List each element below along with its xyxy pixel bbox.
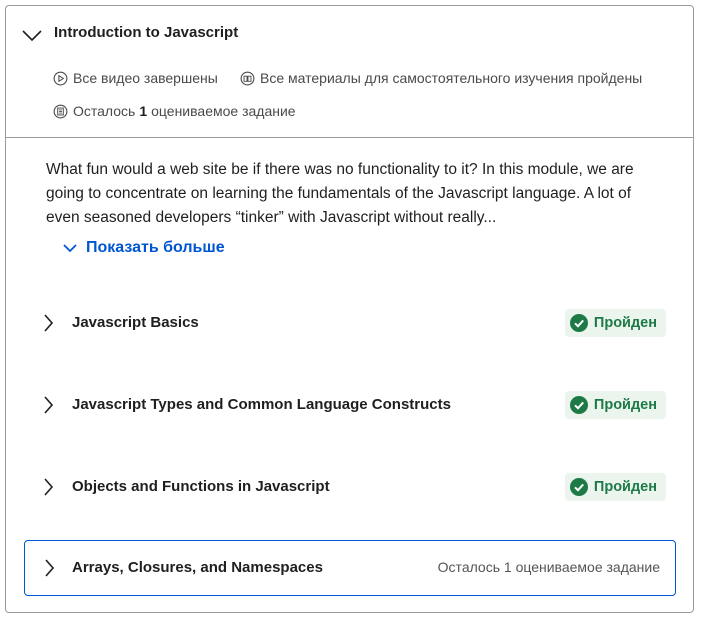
- chevron-down-icon: [63, 244, 77, 253]
- chevron-right-icon: [44, 478, 54, 496]
- lesson-title: Objects and Functions in Javascript: [72, 478, 330, 495]
- status-badge-label: Пройден: [593, 315, 657, 331]
- book-icon: [240, 71, 255, 85]
- status-badge: Пройден: [564, 473, 666, 501]
- show-more-label: Показать больше: [86, 239, 225, 256]
- status-badge-label: Пройден: [593, 397, 657, 413]
- remaining-prefix: Осталось: [73, 103, 136, 119]
- lesson-remaining-text: Осталось 1 оцениваемое задание: [437, 559, 660, 575]
- collapse-toggle[interactable]: [20, 24, 44, 46]
- module-title: Introduction to Javascript: [54, 24, 239, 41]
- module-card: Introduction to Javascript Все видео зав…: [5, 5, 694, 613]
- remaining-suffix: оцениваемое задание: [151, 103, 296, 119]
- lesson-title: Javascript Basics: [72, 314, 199, 331]
- videos-status: Все видео завершены: [53, 70, 218, 86]
- lesson-title: Javascript Types and Common Language Con…: [72, 396, 451, 413]
- check-circle-icon: [569, 396, 588, 414]
- status-badge: Пройден: [564, 309, 666, 337]
- module-description: What fun would a web site be if there wa…: [46, 161, 634, 226]
- status-badge: Пройден: [564, 391, 666, 419]
- status-badge-label: Пройден: [593, 479, 657, 495]
- chevron-right-icon: [44, 314, 54, 332]
- chevron-down-icon: [22, 30, 42, 42]
- remaining-count: 1: [139, 103, 148, 119]
- readings-status-text: Все материалы для самостоятельного изуче…: [260, 70, 643, 86]
- chevron-right-icon: [45, 559, 55, 577]
- lesson-item[interactable]: Objects and Functions in Javascript Прой…: [24, 460, 676, 516]
- check-circle-icon: [569, 478, 588, 496]
- show-more-link[interactable]: Показать больше: [62, 239, 225, 257]
- lesson-title: Arrays, Closures, and Namespaces: [72, 559, 323, 576]
- play-circle-icon: [53, 71, 68, 85]
- videos-status-text: Все видео завершены: [73, 70, 218, 86]
- readings-status: Все материалы для самостоятельного изуче…: [240, 70, 642, 86]
- lesson-item-active[interactable]: Arrays, Closures, and Namespaces Осталос…: [24, 540, 676, 596]
- assignment-icon: [53, 104, 68, 118]
- chevron-right-icon: [44, 396, 54, 414]
- check-circle-icon: [569, 314, 588, 332]
- lesson-item[interactable]: Javascript Basics Пройден: [24, 296, 676, 352]
- lesson-item[interactable]: Javascript Types and Common Language Con…: [24, 378, 676, 434]
- module-header: Introduction to Javascript Все видео зав…: [6, 6, 693, 138]
- assignments-remaining: Осталось 1 оцениваемое задание: [53, 103, 296, 119]
